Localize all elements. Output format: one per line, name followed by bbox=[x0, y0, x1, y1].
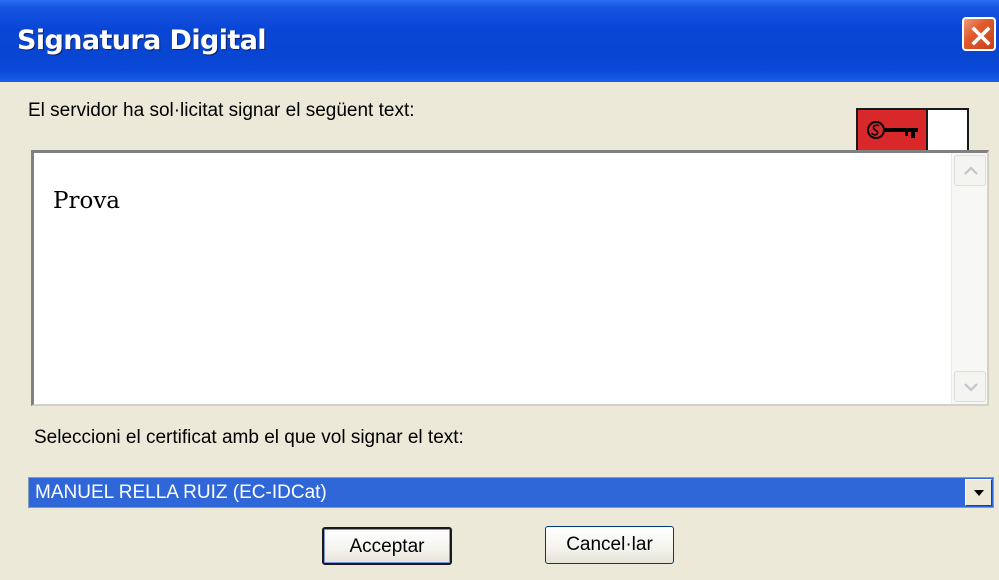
cancel-button[interactable]: Cancel·lar bbox=[545, 526, 674, 564]
window-title: Signatura Digital bbox=[17, 25, 267, 56]
dropdown-button[interactable] bbox=[965, 479, 992, 506]
arrow-down-icon bbox=[964, 383, 978, 392]
close-button[interactable] bbox=[962, 17, 996, 51]
text-to-sign-panel[interactable]: Prova bbox=[31, 150, 989, 406]
certificate-select[interactable]: MANUEL RELLA RUIZ (EC-IDCat) bbox=[28, 477, 994, 508]
certificate-selected-value: MANUEL RELLA RUIZ (EC-IDCat) bbox=[35, 482, 327, 503]
dialog-body: El servidor ha sol·licitat signar el seg… bbox=[0, 82, 999, 580]
scroll-down-button[interactable] bbox=[954, 371, 986, 402]
certificate-label: Seleccioni el certificat amb el que vol … bbox=[34, 427, 464, 448]
prompt-label: El servidor ha sol·licitat signar el seg… bbox=[28, 100, 415, 121]
text-to-sign: Prova bbox=[53, 188, 121, 214]
arrow-up-icon bbox=[964, 166, 978, 175]
accept-button[interactable]: Acceptar bbox=[322, 527, 452, 565]
scroll-up-button[interactable] bbox=[954, 155, 986, 186]
chevron-down-icon bbox=[974, 490, 984, 496]
key-icon bbox=[867, 121, 918, 139]
signature-badge bbox=[856, 108, 969, 153]
vertical-scrollbar[interactable] bbox=[951, 153, 987, 404]
title-bar[interactable]: Signatura Digital bbox=[0, 0, 999, 82]
close-icon bbox=[971, 26, 991, 46]
